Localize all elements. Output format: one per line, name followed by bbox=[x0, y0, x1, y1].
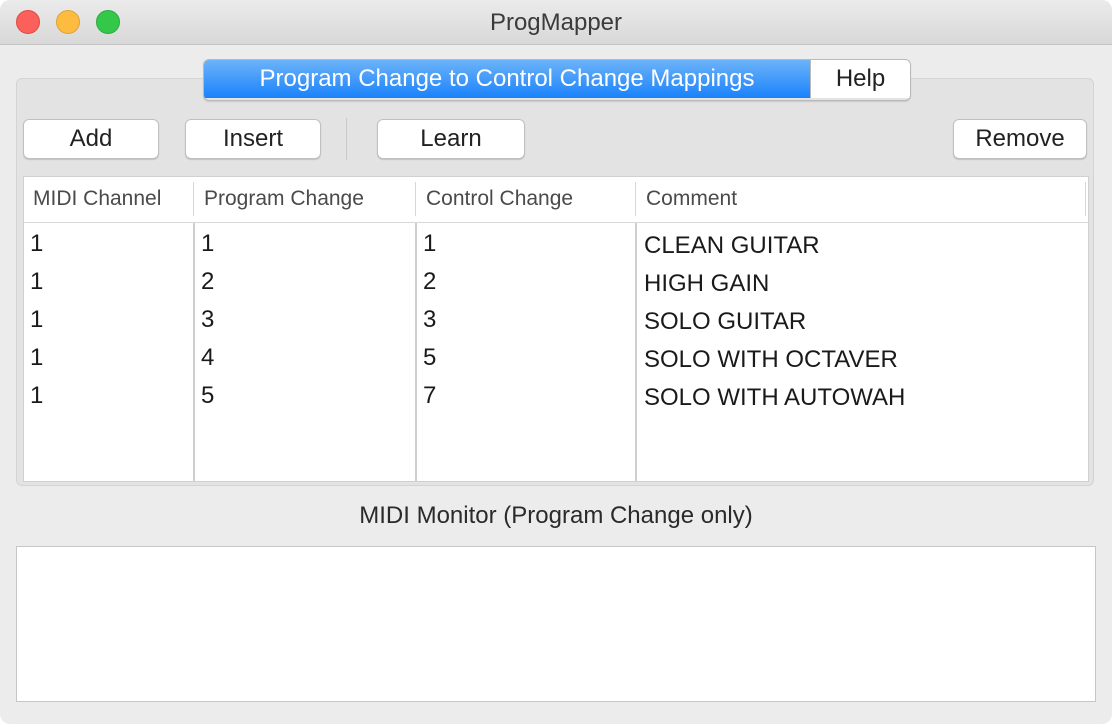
cell-comment: SOLO WITH AUTOWAH bbox=[644, 384, 906, 411]
cell-comment: CLEAN GUITAR bbox=[644, 232, 820, 259]
column-divider bbox=[635, 223, 637, 481]
learn-button[interactable]: Learn bbox=[377, 119, 525, 159]
midi-monitor-textarea[interactable] bbox=[16, 546, 1096, 702]
cell-program-change: 3 bbox=[201, 306, 215, 333]
toolbar-separator bbox=[346, 118, 347, 160]
cell-control-change: 3 bbox=[423, 306, 437, 333]
app-window: ProgMapper Program Change to Control Cha… bbox=[0, 0, 1112, 724]
cell-program-change: 4 bbox=[201, 344, 215, 371]
midi-monitor-label: MIDI Monitor (Program Change only) bbox=[359, 502, 753, 529]
column-divider bbox=[415, 223, 417, 481]
cell-program-change: 1 bbox=[201, 230, 215, 257]
cell-midi-channel: 1 bbox=[30, 306, 44, 333]
cell-midi-channel: 1 bbox=[30, 268, 44, 295]
mappings-table[interactable]: MIDI Channel Program Change Control Chan… bbox=[23, 176, 1089, 482]
cell-midi-channel: 1 bbox=[30, 382, 44, 409]
header-divider[interactable] bbox=[1085, 182, 1086, 216]
insert-button[interactable]: Insert bbox=[185, 119, 321, 159]
tab-help[interactable]: Help bbox=[810, 60, 910, 98]
tab-mappings[interactable]: Program Change to Control Change Mapping… bbox=[204, 60, 810, 98]
cell-comment: HIGH GAIN bbox=[644, 270, 770, 297]
header-divider[interactable] bbox=[415, 182, 416, 216]
title-bar[interactable]: ProgMapper bbox=[0, 0, 1112, 45]
remove-button[interactable]: Remove bbox=[953, 119, 1087, 159]
cell-control-change: 7 bbox=[423, 382, 437, 409]
cell-program-change: 5 bbox=[201, 382, 215, 409]
header-divider[interactable] bbox=[635, 182, 636, 216]
column-divider bbox=[193, 223, 195, 481]
column-header-control-change[interactable]: Control Change bbox=[426, 177, 573, 222]
add-button[interactable]: Add bbox=[23, 119, 159, 159]
column-header-comment[interactable]: Comment bbox=[646, 177, 737, 222]
window-title: ProgMapper bbox=[489, 9, 623, 36]
cell-program-change: 2 bbox=[201, 268, 215, 295]
column-header-program-change[interactable]: Program Change bbox=[204, 177, 364, 222]
cell-control-change: 1 bbox=[423, 230, 437, 257]
cell-midi-channel: 1 bbox=[30, 230, 44, 257]
cell-comment: SOLO GUITAR bbox=[644, 308, 807, 335]
cell-control-change: 5 bbox=[423, 344, 437, 371]
column-header-midi-channel[interactable]: MIDI Channel bbox=[33, 177, 161, 222]
cell-comment: SOLO WITH OCTAVER bbox=[644, 346, 898, 373]
cell-midi-channel: 1 bbox=[30, 344, 44, 371]
table-header: MIDI Channel Program Change Control Chan… bbox=[24, 177, 1088, 223]
cell-control-change: 2 bbox=[423, 268, 437, 295]
header-divider[interactable] bbox=[193, 182, 194, 216]
tab-bar: Program Change to Control Change Mapping… bbox=[203, 59, 911, 101]
